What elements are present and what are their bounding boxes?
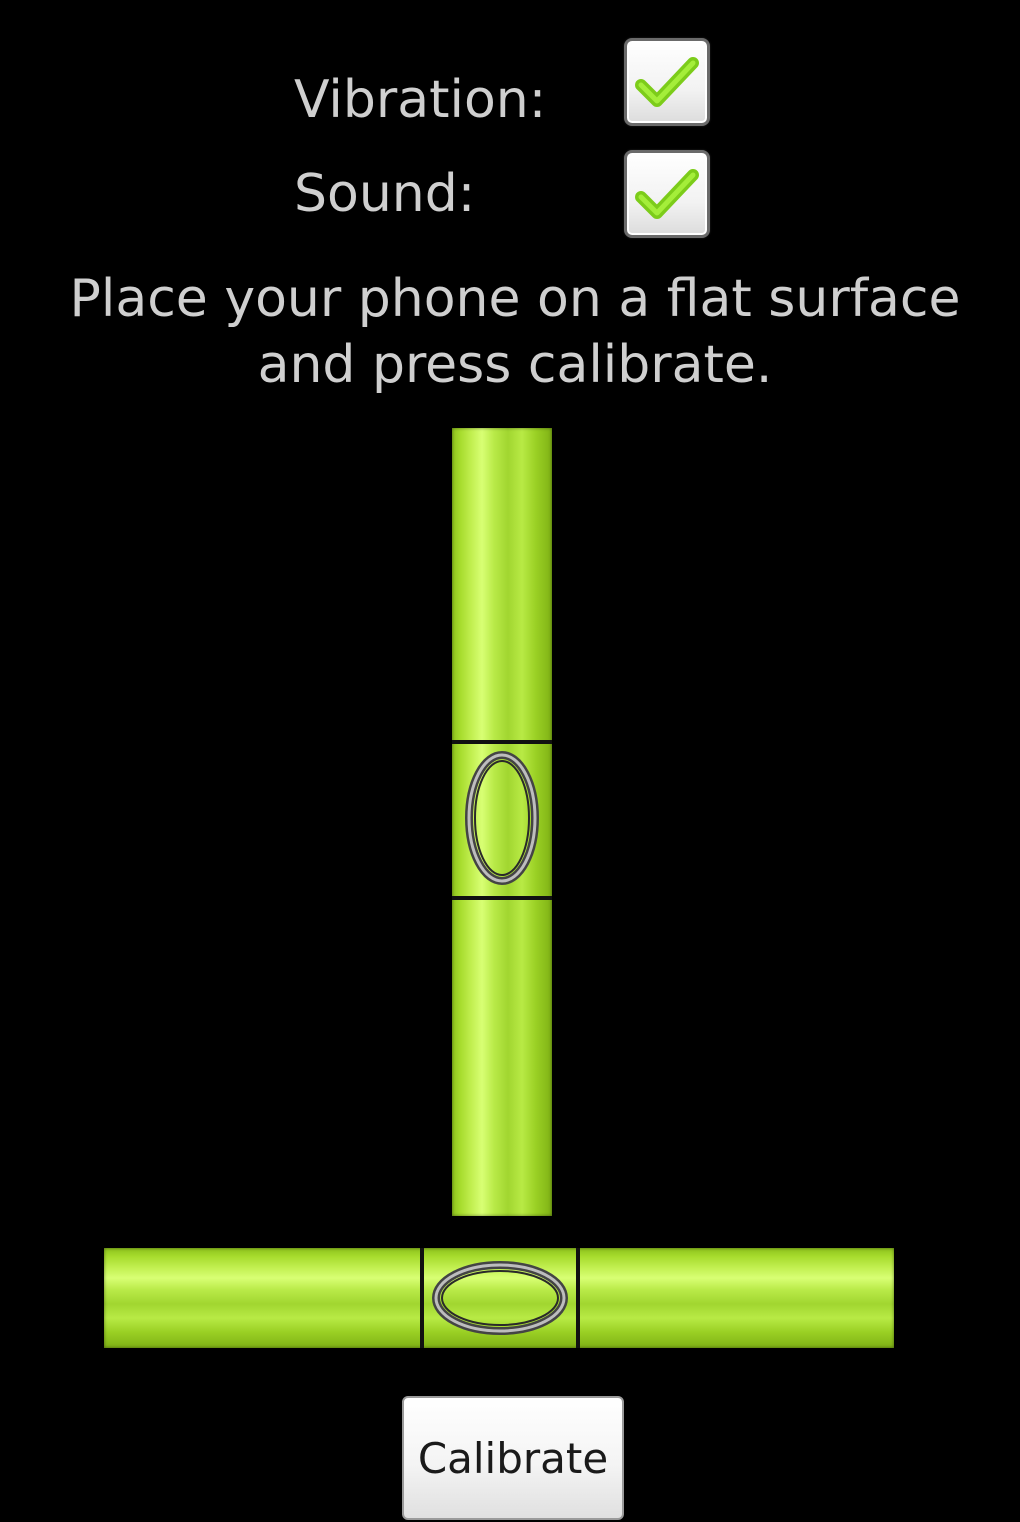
- vertical-vial-bottom-marker: [452, 896, 552, 900]
- vertical-bubble-icon: [465, 751, 539, 885]
- horizontal-bubble-icon: [432, 1261, 568, 1335]
- calibrate-button[interactable]: Calibrate: [402, 1396, 624, 1520]
- instructions-line-1: Place your phone on a flat surface: [69, 269, 961, 329]
- horizontal-vial-right-marker: [576, 1248, 580, 1348]
- vertical-vial-top-marker: [452, 740, 552, 744]
- vibration-label: Vibration:: [294, 70, 547, 130]
- sound-label: Sound:: [294, 164, 476, 224]
- instructions-line-2: and press calibrate.: [257, 335, 773, 395]
- vibration-checkbox[interactable]: [624, 38, 710, 126]
- check-icon: [635, 57, 699, 107]
- check-icon: [635, 169, 699, 219]
- sound-checkbox[interactable]: [624, 150, 710, 238]
- horizontal-vial-left-marker: [420, 1248, 424, 1348]
- instructions-text: Place your phone on a flat surface and p…: [30, 266, 1000, 398]
